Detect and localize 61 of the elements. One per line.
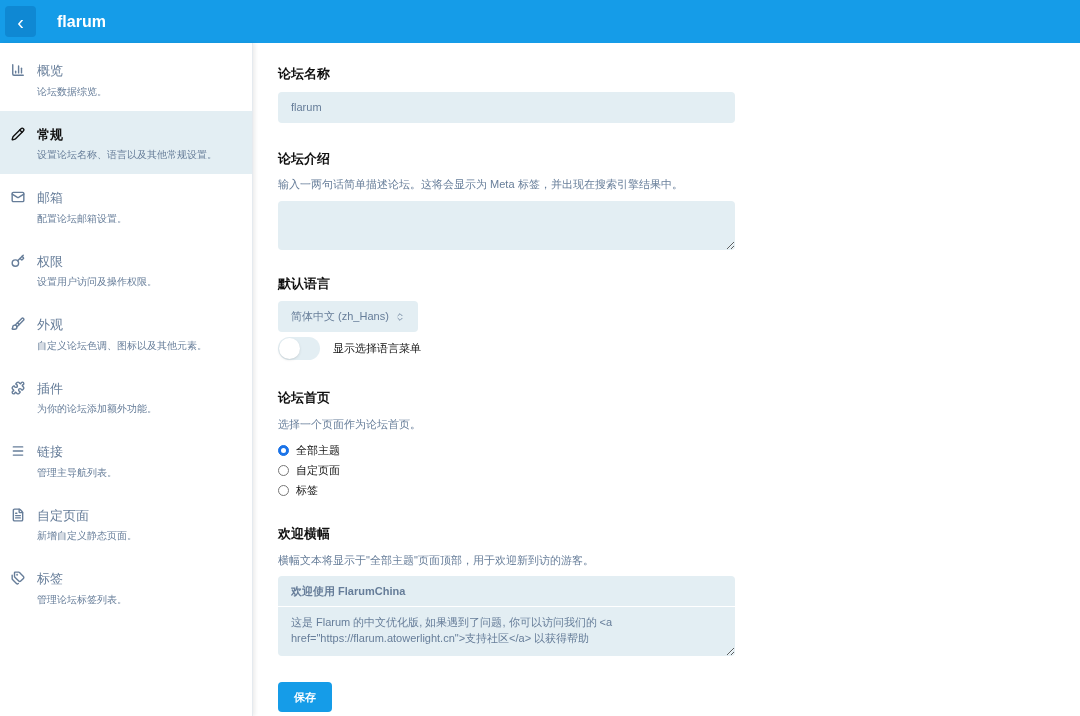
sidebar-item[interactable]: 邮箱 配置论坛邮箱设置。 [0, 174, 252, 238]
document-icon [11, 507, 25, 522]
sidebar-item-title: 链接 [37, 443, 64, 461]
tags-icon [11, 571, 25, 585]
banner-body-field[interactable]: 这是 Flarum 的中文优化版, 如果遇到了问题, 你可以访问我们的 <a href="https://flarum.atowerlight.cn">支持社区</a> 以获得帮助 [278, 607, 735, 656]
text-field[interactable]: flarum [278, 91, 735, 123]
radio-button[interactable] [278, 444, 289, 456]
sidebar-item-title: 常规 [37, 125, 64, 144]
radio-label: 自定页面 [296, 462, 340, 478]
menu-icon [11, 444, 25, 458]
help-text: 输入一两句话简单描述论坛。这将会显示为 Meta 标签，并出现在搜索引擎结果中。 [278, 177, 684, 192]
sidebar-item[interactable]: 链接 管理主导航列表。 [0, 428, 252, 492]
sidebar-item-description: 为你的论坛添加额外功能。 [37, 402, 157, 416]
sidebar-item-title: 邮箱 [37, 189, 64, 207]
back-button[interactable]: ‹ [5, 6, 36, 37]
radio-label: 全部主题 [296, 442, 340, 458]
puzzle-icon [11, 380, 25, 395]
radio-label: 标签 [296, 482, 318, 498]
sidebar-item[interactable]: 标签 管理论坛标签列表。 [0, 555, 252, 619]
bar-chart-icon [11, 63, 25, 77]
radio-button[interactable] [278, 464, 289, 476]
field-label: 欢迎横幅 [278, 525, 331, 543]
save-button[interactable]: 保存 [278, 682, 332, 712]
sidebar-item-description: 配置论坛邮箱设置。 [37, 211, 127, 226]
sidebar-item[interactable]: 自定页面 新增自定义静态页面。 [0, 491, 252, 555]
site-title: flarum [57, 11, 106, 32]
sidebar-item-title: 权限 [37, 252, 64, 271]
sidebar-item-description: 设置论坛名称、语言以及其他常规设置。 [37, 148, 217, 162]
toggle-switch[interactable] [278, 337, 320, 360]
sidebar-item[interactable]: 概览 论坛数据综览。 [0, 47, 252, 111]
language-select[interactable]: 简体中文 (zh_Hans) [278, 301, 418, 332]
sidebar-item[interactable]: 外观 自定义论坛色调、图标以及其他元素。 [0, 301, 252, 365]
toggle-label: 显示选择语言菜单 [333, 341, 421, 357]
envelope-icon [11, 190, 25, 204]
sidebar-item-title: 外观 [37, 316, 64, 334]
sidebar-item[interactable]: 插件 为你的论坛添加额外功能。 [0, 364, 252, 428]
sidebar-item-title: 概览 [37, 62, 64, 80]
key-icon [11, 253, 25, 268]
field-label: 论坛介绍 [278, 149, 331, 168]
radio-button[interactable] [278, 484, 289, 496]
select-caret-icon [394, 311, 405, 322]
textarea-field[interactable] [278, 200, 735, 250]
banner-title-field[interactable]: 欢迎使用 FlarumChina [278, 576, 735, 606]
sidebar-item-description: 管理主导航列表。 [37, 465, 117, 480]
help-text: 横幅文本将显示于"全部主题"页面顶部，用于欢迎新到访的游客。 [278, 552, 595, 568]
field-label: 默认语言 [278, 274, 331, 293]
sidebar-item-description: 管理论坛标签列表。 [37, 592, 127, 607]
field-label: 论坛首页 [278, 389, 331, 407]
sidebar-item-description: 自定义论坛色调、图标以及其他元素。 [37, 338, 207, 353]
sidebar-item-description: 新增自定义静态页面。 [37, 529, 137, 543]
sidebar-item[interactable]: 常规 设置论坛名称、语言以及其他常规设置。 [0, 110, 252, 174]
sidebar-item-description: 设置用户访问及操作权限。 [37, 275, 157, 289]
help-text: 选择一个页面作为论坛首页。 [278, 416, 422, 432]
field-label: 论坛名称 [278, 65, 331, 83]
sidebar-item-title: 自定页面 [37, 506, 90, 525]
brush-icon [11, 317, 25, 331]
pencil-icon [11, 126, 25, 141]
sidebar-item-title: 插件 [37, 379, 64, 398]
sidebar-item[interactable]: 权限 设置用户访问及操作权限。 [0, 237, 252, 301]
sidebar-item-title: 标签 [37, 570, 64, 588]
sidebar-item-description: 论坛数据综览。 [37, 84, 107, 99]
